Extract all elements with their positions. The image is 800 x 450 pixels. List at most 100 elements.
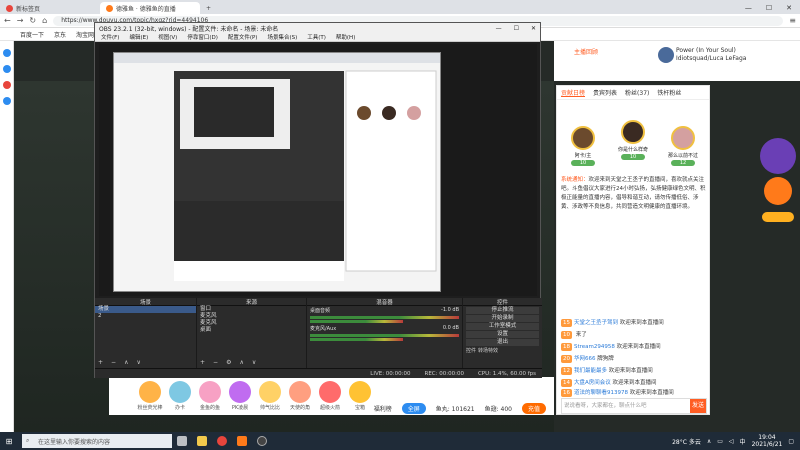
gift-icon[interactable] [319, 381, 341, 403]
up-icon[interactable]: ∧ [239, 359, 243, 366]
close-icon[interactable]: ✕ [531, 25, 536, 32]
browser-tab-douyu[interactable]: 德雅鱼 · 德雅鱼的直播 [100, 2, 200, 14]
chat-tabs: 贡献日榜 贵宾列表 粉丝(37) 铁杆粉丝 [557, 86, 709, 100]
avatar [621, 120, 645, 144]
task-view-icon[interactable] [177, 436, 187, 446]
menu-item[interactable]: 视图(V) [158, 33, 177, 41]
source-item[interactable]: 麦克风 [197, 320, 306, 327]
windows-start-icon[interactable]: ⊞ [0, 432, 18, 450]
add-icon[interactable]: + [98, 359, 103, 366]
start-record-button[interactable]: 开始录制 [466, 315, 539, 322]
scene-item[interactable]: 2 [95, 313, 196, 320]
maximize-icon[interactable]: ☐ [514, 25, 519, 32]
star-icon[interactable] [2, 49, 11, 57]
welfare-label[interactable]: 福利榜 [374, 404, 392, 413]
up-icon[interactable]: ∧ [124, 359, 128, 366]
weibo-icon[interactable] [2, 81, 11, 89]
gift-icon[interactable] [199, 381, 221, 403]
rank-item[interactable]: 那么以前不过 12 [663, 126, 703, 167]
menu-item[interactable]: 停靠窗口(D) [187, 33, 218, 41]
minimize-icon[interactable]: — [496, 25, 502, 32]
back-icon[interactable]: ← [4, 16, 11, 25]
bookmark-item[interactable]: 淘宝网 [76, 30, 94, 39]
settings-button[interactable]: 设置 [466, 331, 539, 338]
taskbar-search[interactable]: ⌕ 在这里输入你要搜索的内容 [22, 434, 172, 448]
douyu-taskbar-icon[interactable] [237, 436, 247, 446]
avatar[interactable] [658, 47, 674, 63]
source-item[interactable]: 麦克风 [197, 313, 306, 320]
exit-button[interactable]: 退出 [466, 339, 539, 346]
chevron-up-icon[interactable]: ∧ [707, 438, 711, 445]
source-item[interactable]: 窗口 [197, 306, 306, 313]
source-item[interactable]: 桌面 [197, 327, 306, 334]
scene-item[interactable]: 场景 [95, 306, 196, 313]
rank-item[interactable]: 你是什么样奇 10 [613, 120, 653, 161]
gift-icon[interactable] [229, 381, 251, 403]
dock-controls: + − ∧ ∨ [98, 359, 141, 366]
volume-slider[interactable] [310, 320, 403, 323]
gear-icon[interactable]: ⚙ [226, 359, 231, 366]
menu-item[interactable]: 编辑(E) [129, 33, 148, 41]
obs-window-controls: — ☐ ✕ [496, 25, 536, 32]
add-icon[interactable]: + [200, 359, 205, 366]
home-icon[interactable]: ⌂ [42, 16, 47, 25]
tab-iron-fans[interactable]: 铁杆粉丝 [657, 88, 681, 97]
down-icon[interactable]: ∨ [252, 359, 256, 366]
mail-icon[interactable] [2, 97, 11, 105]
chrome-icon[interactable] [217, 436, 227, 446]
forward-icon[interactable]: → [17, 16, 24, 25]
tab-fans[interactable]: 粉丝(37) [625, 88, 649, 97]
remove-icon[interactable]: − [213, 359, 218, 366]
history-icon[interactable] [2, 65, 11, 73]
ime-indicator[interactable]: 中 [740, 437, 746, 446]
browser-tab-newtab[interactable]: 新标签页 [0, 2, 100, 14]
browser-sidebar [0, 41, 14, 432]
gift-icon[interactable] [139, 381, 161, 403]
menu-icon[interactable]: ≡ [789, 16, 796, 25]
obs-preview[interactable] [99, 44, 537, 296]
tab-transitions[interactable]: 转场特效 [478, 347, 498, 354]
send-button[interactable]: 发送 [690, 399, 706, 413]
remove-icon[interactable]: − [111, 359, 116, 366]
bookmark-item[interactable]: 百度一下 [20, 30, 44, 39]
obs-taskbar-icon[interactable] [257, 436, 267, 446]
weather-text[interactable]: 28°C 多云 [672, 437, 701, 446]
close-icon[interactable]: ✕ [786, 4, 792, 12]
follow-label[interactable]: 主播回顾 [574, 47, 598, 56]
gift-icon[interactable] [259, 381, 281, 403]
chat-message: 12 我们最能最多 欢迎来到本直播间 [561, 367, 653, 375]
volume-slider[interactable] [310, 338, 403, 341]
fullscreen-button[interactable]: 全屏 [401, 402, 426, 414]
activity-widget[interactable] [756, 126, 800, 226]
stop-stream-button[interactable]: 停止推流 [466, 307, 539, 314]
recharge-button[interactable]: 充值 [521, 402, 546, 414]
browser-tab-bar: 新标签页 德雅鱼 · 德雅鱼的直播 + — ☐ ✕ [0, 0, 800, 14]
nested-screen-icon [114, 53, 440, 281]
menu-item[interactable]: 配置文件(P) [228, 33, 258, 41]
volume-icon[interactable]: ◁ [729, 438, 734, 445]
rank-item[interactable]: 阿卡/主 10 [563, 126, 603, 167]
gift-icon[interactable] [289, 381, 311, 403]
studio-mode-button[interactable]: 工作室模式 [466, 323, 539, 330]
bookmark-item[interactable]: 京东 [54, 30, 66, 39]
tab-vip[interactable]: 贵宾列表 [593, 88, 617, 97]
menu-item[interactable]: 工具(T) [307, 33, 326, 41]
gift-icon[interactable] [349, 381, 371, 403]
tab-daily-rank[interactable]: 贡献日榜 [561, 88, 586, 97]
menu-item[interactable]: 文件(F) [101, 33, 119, 41]
menu-item[interactable]: 帮助(H) [336, 33, 355, 41]
file-explorer-icon[interactable] [197, 436, 207, 446]
tab-controls[interactable]: 控件 [466, 347, 476, 354]
reload-icon[interactable]: ↻ [29, 16, 36, 25]
minimize-icon[interactable]: — [745, 4, 752, 12]
network-icon[interactable]: ▭ [717, 438, 723, 445]
new-tab-button[interactable]: + [200, 2, 217, 14]
menu-item[interactable]: 场景集合(S) [267, 33, 297, 41]
clock[interactable]: 19:04 2021/6/21 [752, 434, 783, 448]
maximize-icon[interactable]: ☐ [766, 4, 772, 12]
notification-icon[interactable]: ▢ [788, 438, 794, 445]
down-icon[interactable]: ∨ [136, 359, 140, 366]
page-header: 主播回顾 Power (In Your Soul) Idiotsquad/Luc… [554, 41, 800, 81]
chat-input[interactable]: 说说看呀，大家都在，聊点什么吧 发送 [561, 398, 707, 414]
gift-icon[interactable] [169, 381, 191, 403]
